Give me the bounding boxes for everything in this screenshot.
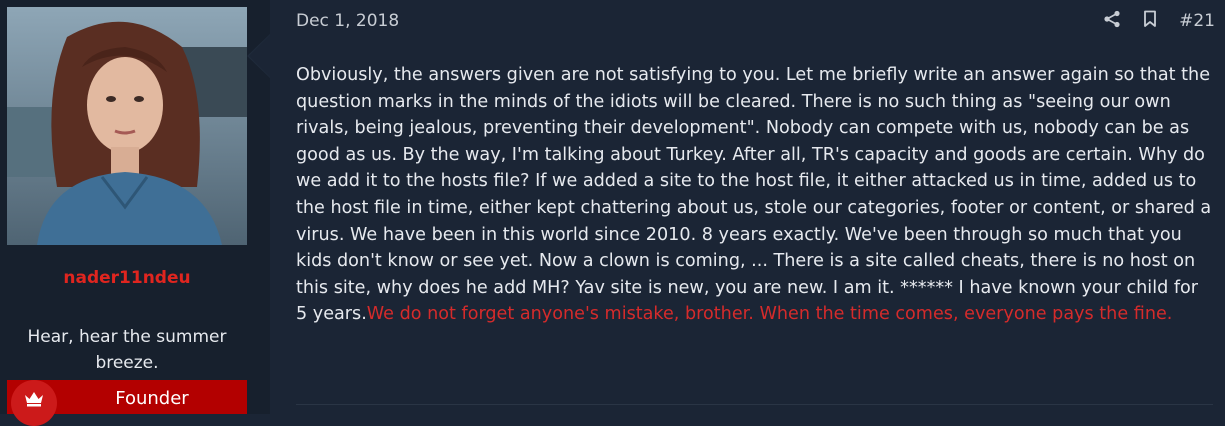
user-panel: nader11ndeu Hear, hear the summer breeze… xyxy=(0,0,270,426)
post-number[interactable]: #21 xyxy=(1179,11,1215,31)
username[interactable]: nader11ndeu xyxy=(7,268,247,288)
post-actions: #21 xyxy=(1103,9,1215,33)
post-body: Obviously, the answers given are not sat… xyxy=(296,62,1214,328)
post-date[interactable]: Dec 1, 2018 xyxy=(296,11,399,31)
message-arrow-inner xyxy=(249,35,270,77)
user-title: Hear, hear the summer breeze. xyxy=(27,327,227,373)
post-body-text: Obviously, the answers given are not sat… xyxy=(296,65,1212,325)
avatar[interactable] xyxy=(7,7,247,245)
crown-icon xyxy=(11,380,57,426)
post-highlight-text: We do not forget anyone's mistake, broth… xyxy=(366,304,1173,325)
bookmark-icon[interactable] xyxy=(1143,10,1157,32)
post-divider xyxy=(296,404,1213,405)
banner-label: Founder xyxy=(115,388,189,409)
share-icon[interactable] xyxy=(1103,10,1121,32)
user-banner: Founder xyxy=(7,380,247,426)
